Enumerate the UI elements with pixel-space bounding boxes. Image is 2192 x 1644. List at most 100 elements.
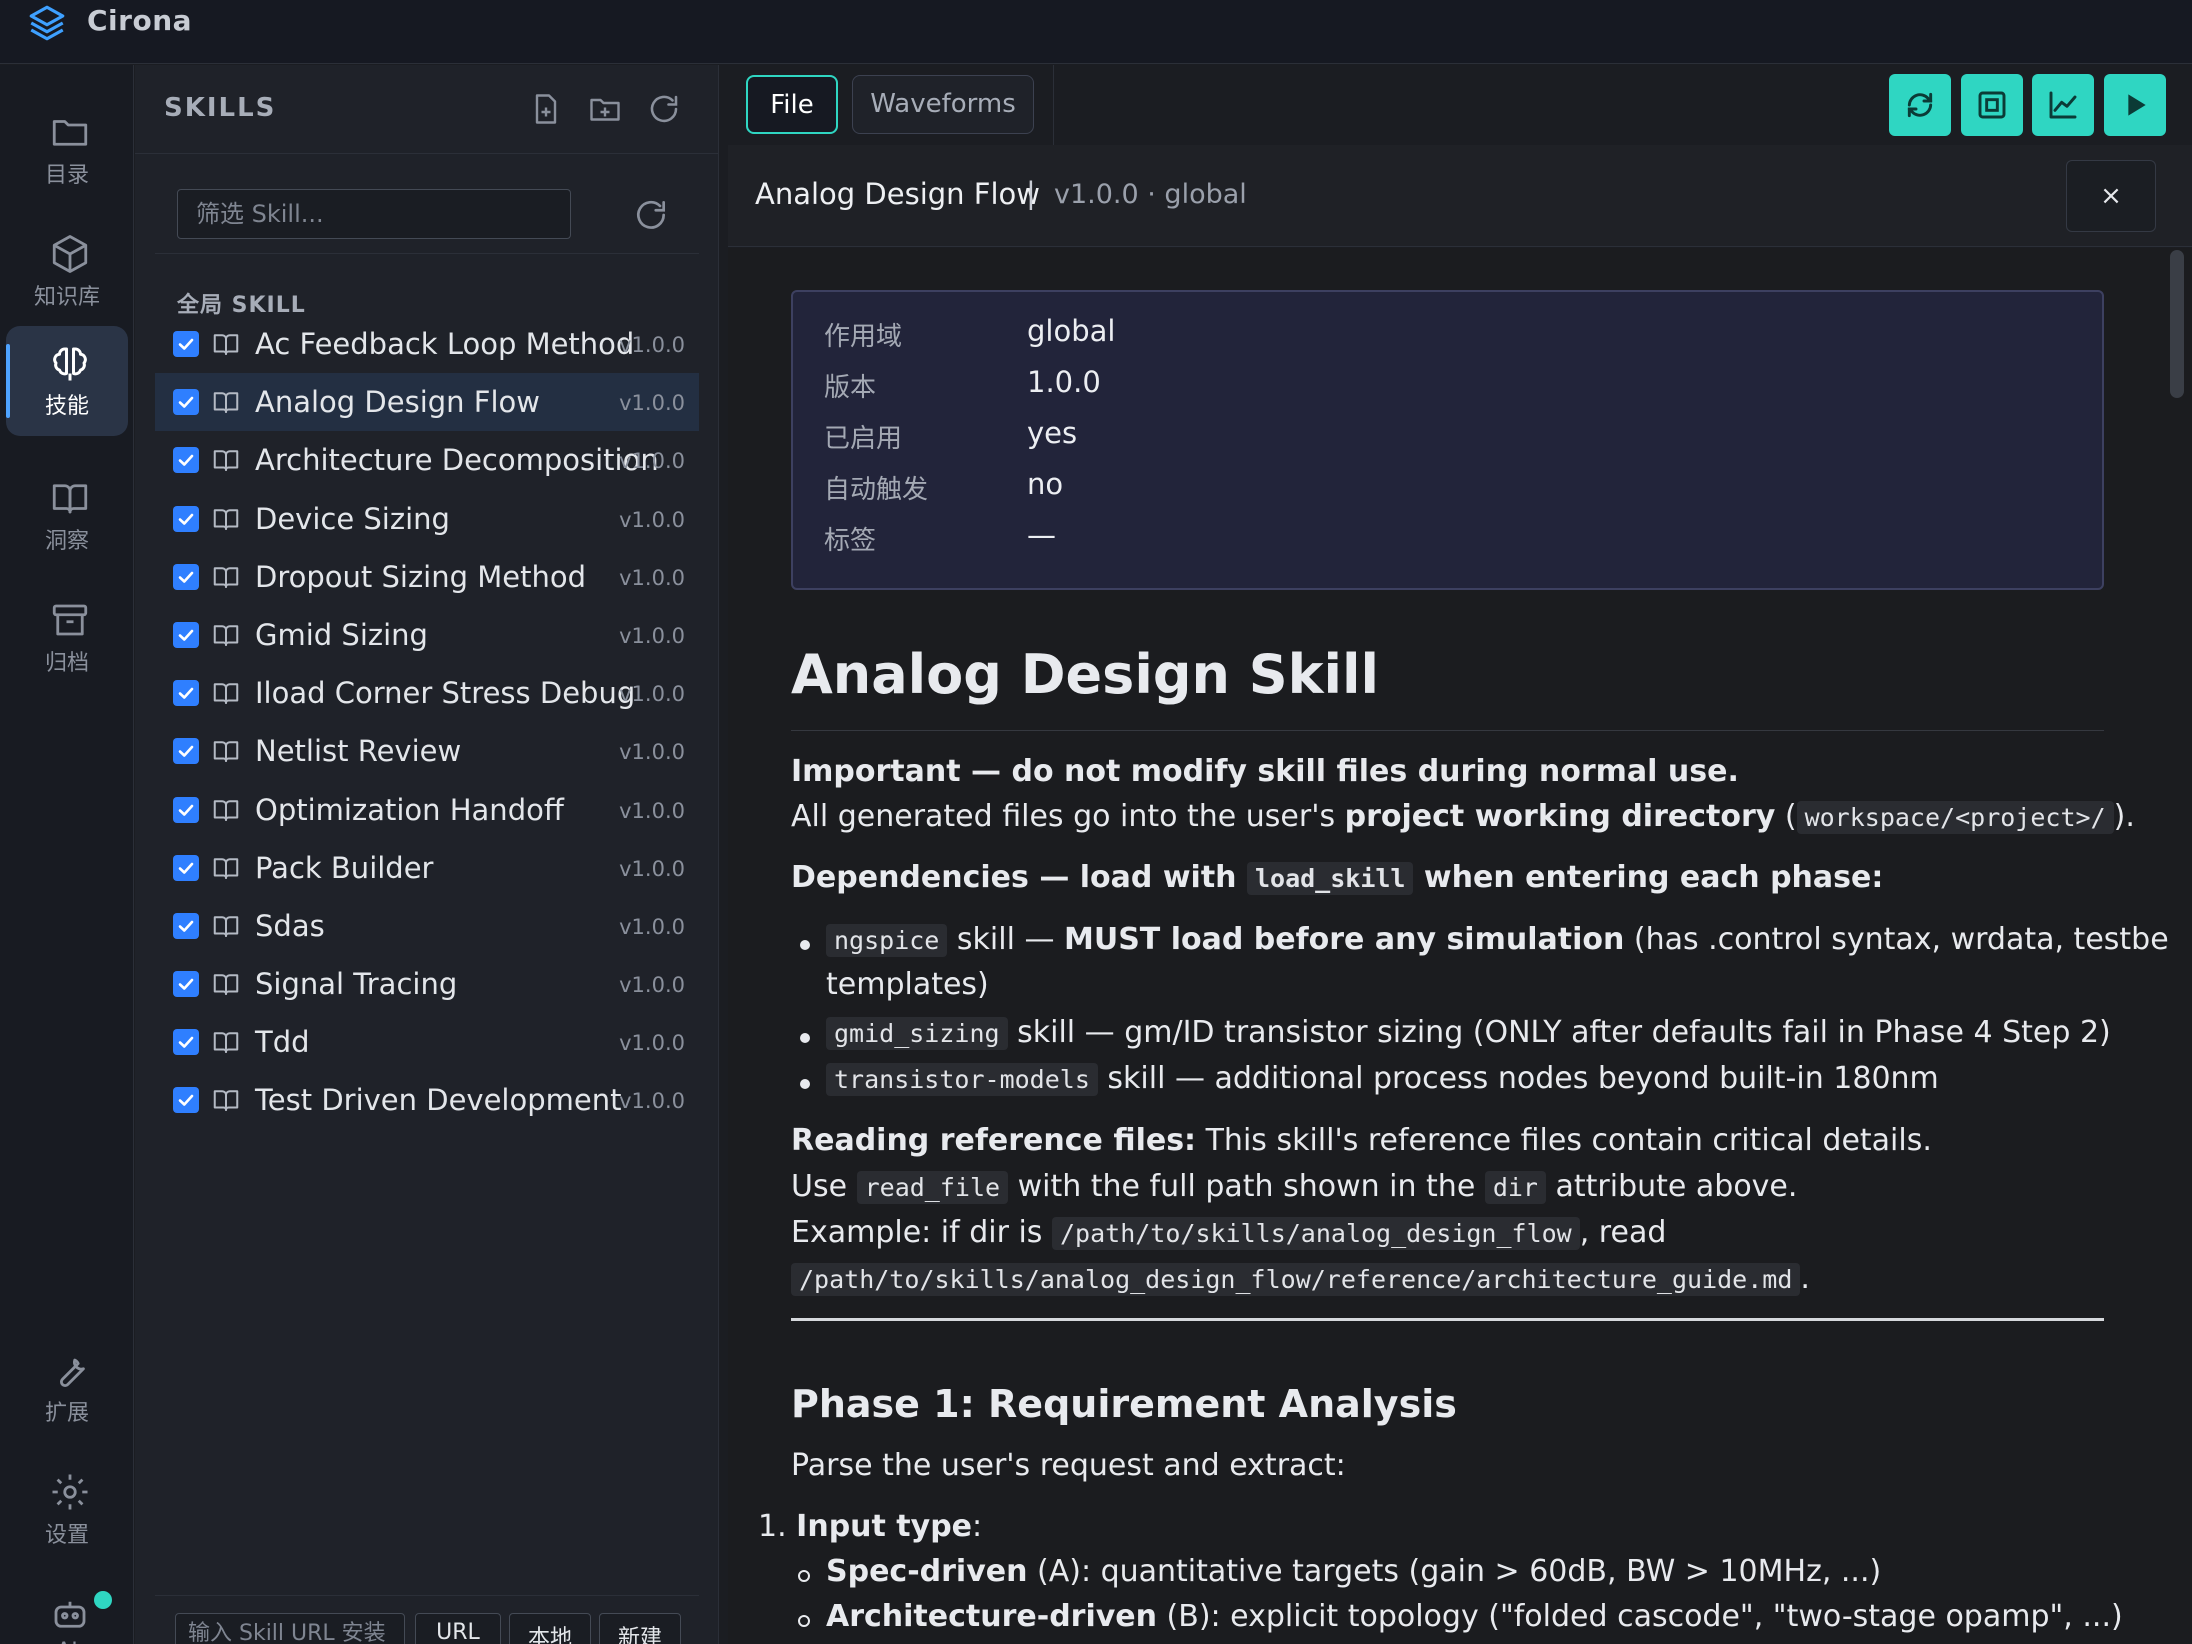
skill-checkbox[interactable] <box>173 331 199 357</box>
skill-checkbox[interactable] <box>173 738 199 765</box>
chart-icon <box>2049 91 2077 119</box>
skill-item[interactable]: Netlist Review v1.0.0 <box>155 722 699 780</box>
book-icon <box>213 683 239 705</box>
sync-button[interactable] <box>1889 74 1951 136</box>
rail-label: 技能 <box>44 394 89 419</box>
rail-item-knowledge[interactable]: 知识库 <box>6 217 128 327</box>
skill-item[interactable]: Ac Feedback Loop Method v1.0.0 <box>155 315 699 373</box>
skill-checkbox[interactable] <box>173 389 199 416</box>
chart-button[interactable] <box>2032 74 2094 136</box>
example-line: Example: if dir is /path/to/skills/analo… <box>791 1215 1666 1250</box>
tab-file[interactable]: File <box>746 75 838 134</box>
check-icon <box>178 1095 194 1107</box>
rail-item-archive[interactable]: 归档 <box>6 583 128 693</box>
rail-item-directory[interactable]: 目录 <box>6 95 128 205</box>
skill-item[interactable]: Gmid Sizing v1.0.0 <box>155 606 699 664</box>
refresh-icon[interactable] <box>646 91 682 127</box>
app-title: Cirona <box>87 4 193 37</box>
skill-name: Test Driven Development <box>255 1083 622 1118</box>
skill-version: v1.0.0 <box>619 1031 685 1056</box>
close-button[interactable]: × <box>2066 160 2156 232</box>
skill-version: v1.0.0 <box>619 682 685 707</box>
skill-version: v1.0.0 <box>619 1089 685 1114</box>
skill-item[interactable]: Tdd v1.0.0 <box>155 1013 699 1071</box>
reload-icon[interactable] <box>632 196 670 234</box>
robot-icon <box>54 1601 86 1628</box>
skill-checkbox[interactable] <box>173 680 199 707</box>
skill-version: v1.0.0 <box>619 914 685 939</box>
skill-checkbox[interactable] <box>173 854 199 881</box>
info-key: 已启用 <box>824 424 903 454</box>
heading-rule <box>791 730 2104 731</box>
info-value: no <box>1027 467 1064 501</box>
skill-item[interactable]: Test Driven Development v1.0.0 <box>155 1071 699 1129</box>
skill-info-box: 作用域 global 版本 1.0.0 已启用 yes 自动触发 no 标签 — <box>791 290 2104 590</box>
skill-checkbox[interactable] <box>173 621 199 648</box>
new-folder-icon[interactable] <box>587 91 623 127</box>
skill-version: v1.0.0 <box>619 856 685 881</box>
rail-item-ai[interactable]: AI <box>6 1577 128 1644</box>
skill-item[interactable]: Optimization Handoff v1.0.0 <box>155 781 699 839</box>
skill-item[interactable]: Analog Design Flow v1.0.0 <box>155 373 699 432</box>
check-icon <box>178 746 194 758</box>
new-file-icon[interactable] <box>528 91 564 127</box>
tab-waveforms[interactable]: Waveforms <box>852 75 1034 134</box>
book-icon <box>52 484 88 514</box>
refresh-icon <box>1907 92 1933 118</box>
scrollbar-thumb[interactable] <box>2170 250 2184 398</box>
skill-item[interactable]: Signal Tracing v1.0.0 <box>155 955 699 1013</box>
skill-version: v1.0.0 <box>619 507 685 532</box>
skill-checkbox[interactable] <box>173 912 199 939</box>
text: with the full path shown in the <box>1008 1169 1485 1204</box>
text: Input type <box>796 1509 973 1544</box>
text: Reading reference files: <box>791 1123 1197 1158</box>
fit-button[interactable] <box>1961 74 2023 136</box>
skill-item[interactable]: Pack Builder v1.0.0 <box>155 839 699 897</box>
rail-item-insights[interactable]: 洞察 <box>6 461 128 571</box>
skill-checkbox[interactable] <box>173 563 199 590</box>
check-icon <box>178 687 194 699</box>
book-icon <box>213 508 239 530</box>
skill-url-input[interactable] <box>175 1613 405 1644</box>
info-value: 1.0.0 <box>1027 365 1101 399</box>
archive-icon <box>52 604 88 636</box>
skill-checkbox[interactable] <box>173 447 199 474</box>
skill-filter-input[interactable] <box>177 189 571 239</box>
skill-item[interactable]: Iload Corner Stress Debug v1.0.0 <box>155 664 699 722</box>
skill-checkbox[interactable] <box>173 971 199 998</box>
run-button[interactable] <box>2104 74 2166 136</box>
list-number: 1. <box>758 1509 787 1544</box>
skill-item[interactable]: Device Sizing v1.0.0 <box>155 490 699 548</box>
skill-item[interactable]: Sdas v1.0.0 <box>155 897 699 955</box>
rail-item-settings[interactable]: 设置 <box>6 1455 128 1565</box>
scrollbar-track[interactable] <box>2168 248 2192 1644</box>
skill-checkbox[interactable] <box>173 505 199 532</box>
check-icon <box>178 629 194 641</box>
inline-code: gmid_sizing <box>826 1017 1008 1050</box>
rail-item-extensions[interactable]: 扩展 <box>6 1333 128 1443</box>
local-install-button[interactable]: 本地 <box>509 1613 591 1644</box>
text: This skill's reference files contain cri… <box>1196 1123 1932 1158</box>
text: skill — <box>947 922 1064 957</box>
new-skill-button[interactable]: 新建 <box>599 1613 681 1644</box>
text: Architecture-driven <box>826 1599 1158 1634</box>
skill-version: v1.0.0 <box>619 740 685 765</box>
text: MUST load before any simulation <box>1063 922 1625 957</box>
book-icon <box>213 450 239 472</box>
layers-logo-icon <box>29 5 65 41</box>
url-install-button[interactable]: URL <box>415 1613 501 1644</box>
dependency-item: transistor-models skill — additional pro… <box>826 1061 1939 1096</box>
book-icon <box>213 916 239 937</box>
book-icon <box>213 1090 239 1112</box>
book-icon <box>213 857 239 879</box>
skill-checkbox[interactable] <box>173 796 199 823</box>
skill-item[interactable]: Dropout Sizing Method v1.0.0 <box>155 548 699 606</box>
skill-item[interactable]: Architecture Decomposition v1.0.0 <box>155 431 699 489</box>
skill-checkbox[interactable] <box>173 1029 199 1056</box>
skill-checkbox[interactable] <box>173 1087 199 1114</box>
doc-title: Analog Design Flow <box>755 177 1040 211</box>
bullet <box>800 1033 810 1043</box>
rail-item-skills[interactable]: 技能 <box>6 326 128 436</box>
skills-title: SKILLS <box>164 93 277 123</box>
online-status-dot <box>94 1591 112 1609</box>
